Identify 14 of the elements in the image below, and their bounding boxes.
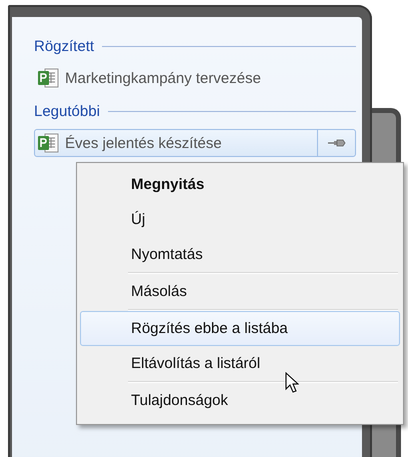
menu-item[interactable]: Nyomtatás	[80, 237, 400, 272]
menu-item[interactable]: Rögzítés ebbe a listába	[80, 311, 400, 346]
menu-item[interactable]: Másolás	[80, 274, 400, 309]
menu-item[interactable]: Tulajdonságok	[80, 383, 400, 418]
section-heading: Legutóbbi	[34, 102, 100, 120]
project-file-icon	[37, 133, 59, 153]
menu-item[interactable]: Új	[80, 202, 400, 237]
menu-item[interactable]: Eltávolítás a listáról	[80, 346, 400, 381]
jump-list-item[interactable]: Éves jelentés készítése	[34, 129, 356, 157]
menu-item[interactable]: Megnyitás	[80, 167, 400, 202]
section-heading: Rögzített	[34, 38, 94, 54]
jump-list-item[interactable]: Marketingkampány tervezése	[34, 64, 356, 92]
pin-icon	[326, 138, 346, 148]
project-file-icon	[37, 68, 59, 88]
